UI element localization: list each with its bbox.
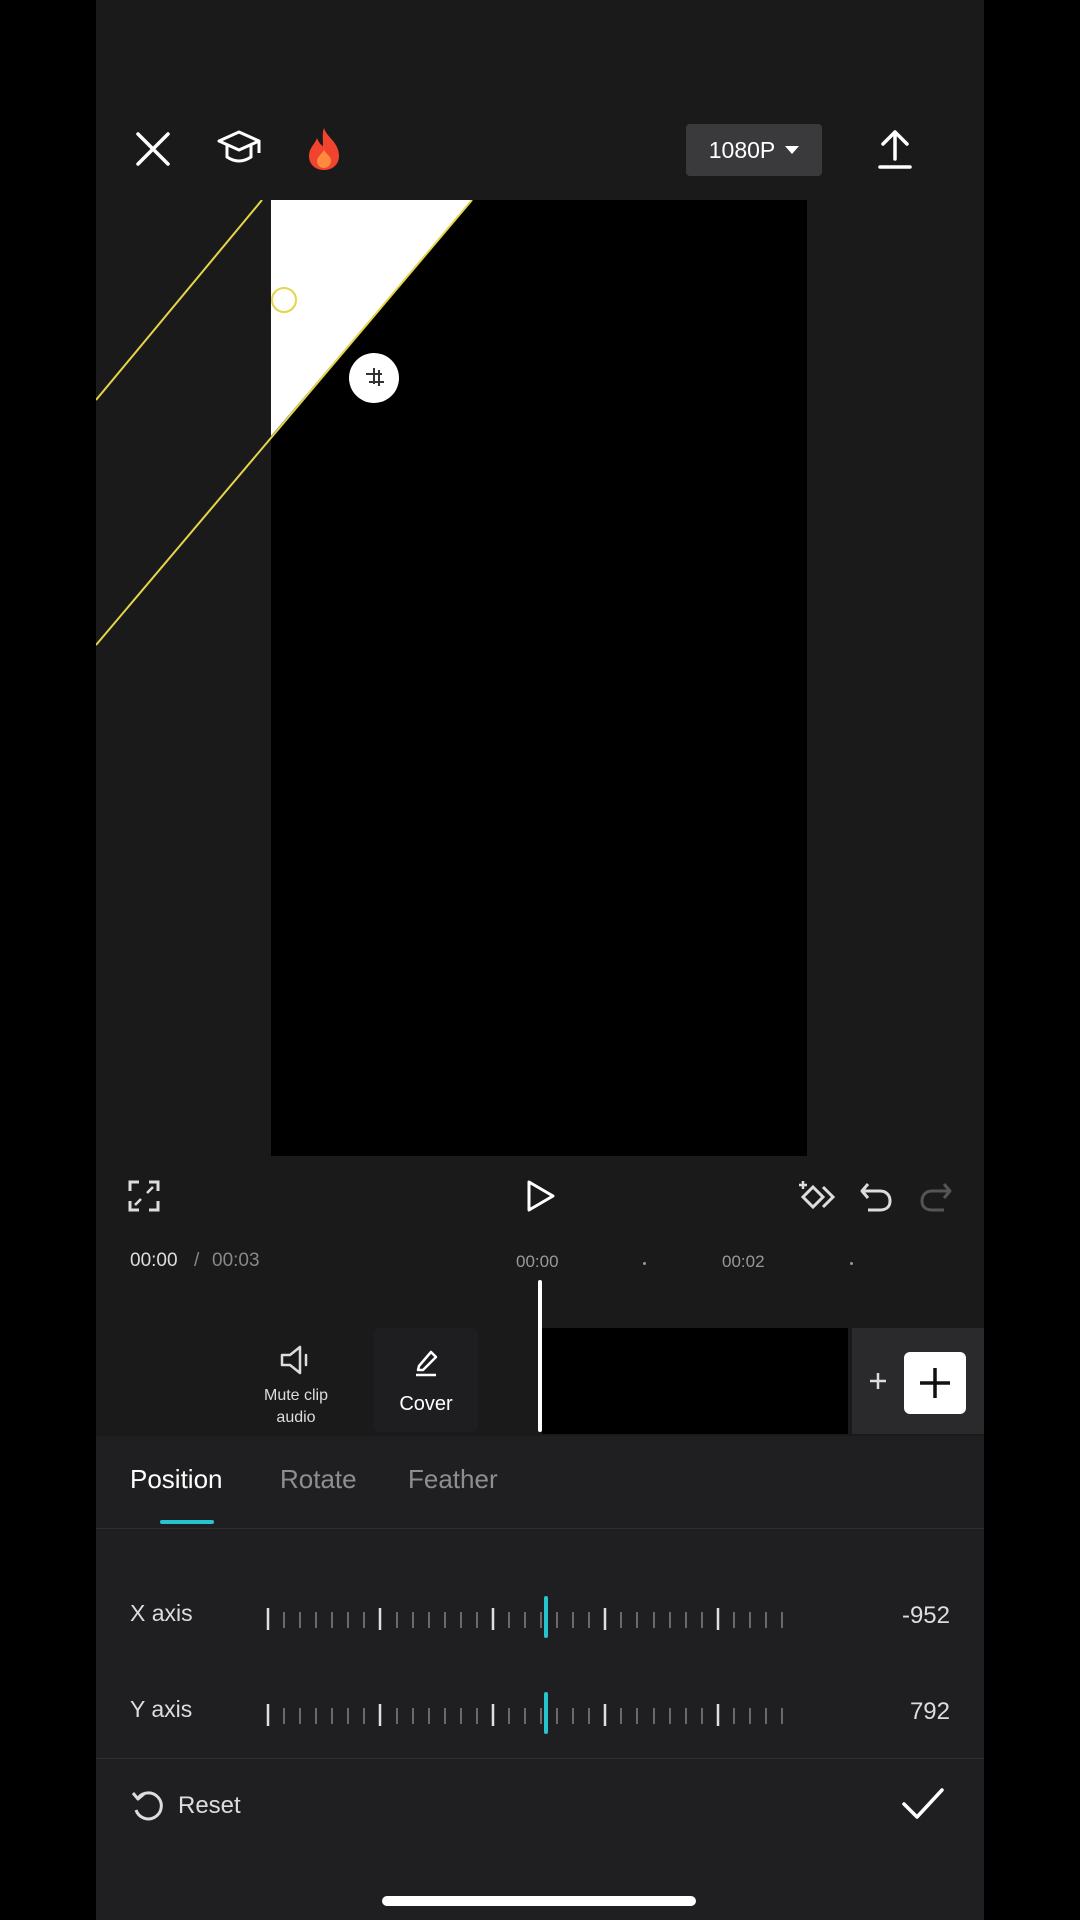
y-axis-row: Y axis 792 <box>96 1682 984 1742</box>
speaker-icon <box>280 1345 308 1375</box>
checkmark-icon <box>902 1788 944 1819</box>
plus-icon <box>870 1373 886 1389</box>
ruler-dot <box>850 1262 853 1265</box>
mask-adjust-panel: Position Rotate Feather X axis -952 Y ax… <box>96 1436 984 1920</box>
chevron-down-icon <box>785 146 800 154</box>
y-axis-slider[interactable] <box>260 1688 790 1738</box>
redo-icon[interactable] <box>916 1176 956 1216</box>
ruler-tick-label: 00:00 <box>516 1252 559 1271</box>
y-axis-label: Y axis <box>130 1696 193 1722</box>
tab-position[interactable]: Position <box>130 1464 223 1495</box>
confirm-button[interactable] <box>900 1784 948 1828</box>
pencil-icon <box>416 1350 438 1377</box>
video-preview[interactable] <box>96 200 984 1156</box>
playhead[interactable] <box>538 1280 542 1432</box>
top-toolbar: 1080P <box>96 0 984 200</box>
x-axis-value: -952 <box>901 1602 950 1629</box>
video-clip[interactable] <box>542 1328 848 1434</box>
plus-icon <box>920 1368 950 1398</box>
mute-clip-audio-button[interactable]: Mute clip audio <box>246 1344 346 1444</box>
time-separator: / <box>194 1250 200 1271</box>
mute-clip-audio-label: Mute clip audio <box>263 1387 329 1426</box>
ruler-tick-label: 00:02 <box>722 1252 765 1271</box>
flame-icon[interactable] <box>302 124 346 174</box>
playback-controls <box>96 1170 984 1226</box>
mask-overlay[interactable] <box>96 200 984 1156</box>
reset-icon <box>131 1791 163 1821</box>
reset-button[interactable]: Reset <box>130 1784 241 1828</box>
cover-button[interactable]: Cover <box>374 1328 478 1432</box>
editor-app: 1080P 00:00 / 00:03 00:00 00:02 Mute cli… <box>96 0 984 1920</box>
x-axis-row: X axis -952 <box>96 1586 984 1646</box>
home-indicator <box>382 1896 696 1906</box>
play-icon[interactable] <box>520 1176 560 1216</box>
tab-feather[interactable]: Feather <box>408 1464 498 1495</box>
undo-icon[interactable] <box>856 1176 896 1216</box>
resolution-label: 1080P <box>708 136 776 163</box>
panel-tabs: Position Rotate Feather <box>96 1436 984 1529</box>
divider <box>96 1758 984 1759</box>
add-clip-button[interactable] <box>904 1352 966 1414</box>
x-axis-label: X axis <box>130 1600 193 1626</box>
upload-icon[interactable] <box>872 124 918 174</box>
cover-label: Cover <box>399 1393 453 1415</box>
reset-label: Reset <box>178 1792 241 1819</box>
current-time: 00:00 <box>130 1250 178 1271</box>
total-time: 00:03 <box>212 1250 260 1271</box>
active-tab-indicator <box>160 1520 214 1524</box>
tab-rotate[interactable]: Rotate <box>280 1464 357 1495</box>
close-icon[interactable] <box>130 126 176 172</box>
resolution-button[interactable]: 1080P <box>686 124 822 176</box>
time-ruler: 00:00 / 00:03 00:00 00:02 <box>96 1240 984 1280</box>
keyframe-icon[interactable] <box>792 1174 838 1218</box>
ruler-dot <box>643 1262 646 1265</box>
graduation-cap-icon[interactable] <box>214 124 264 174</box>
x-axis-slider[interactable] <box>260 1592 790 1642</box>
y-axis-value: 792 <box>909 1698 950 1725</box>
fullscreen-icon[interactable] <box>124 1176 164 1216</box>
